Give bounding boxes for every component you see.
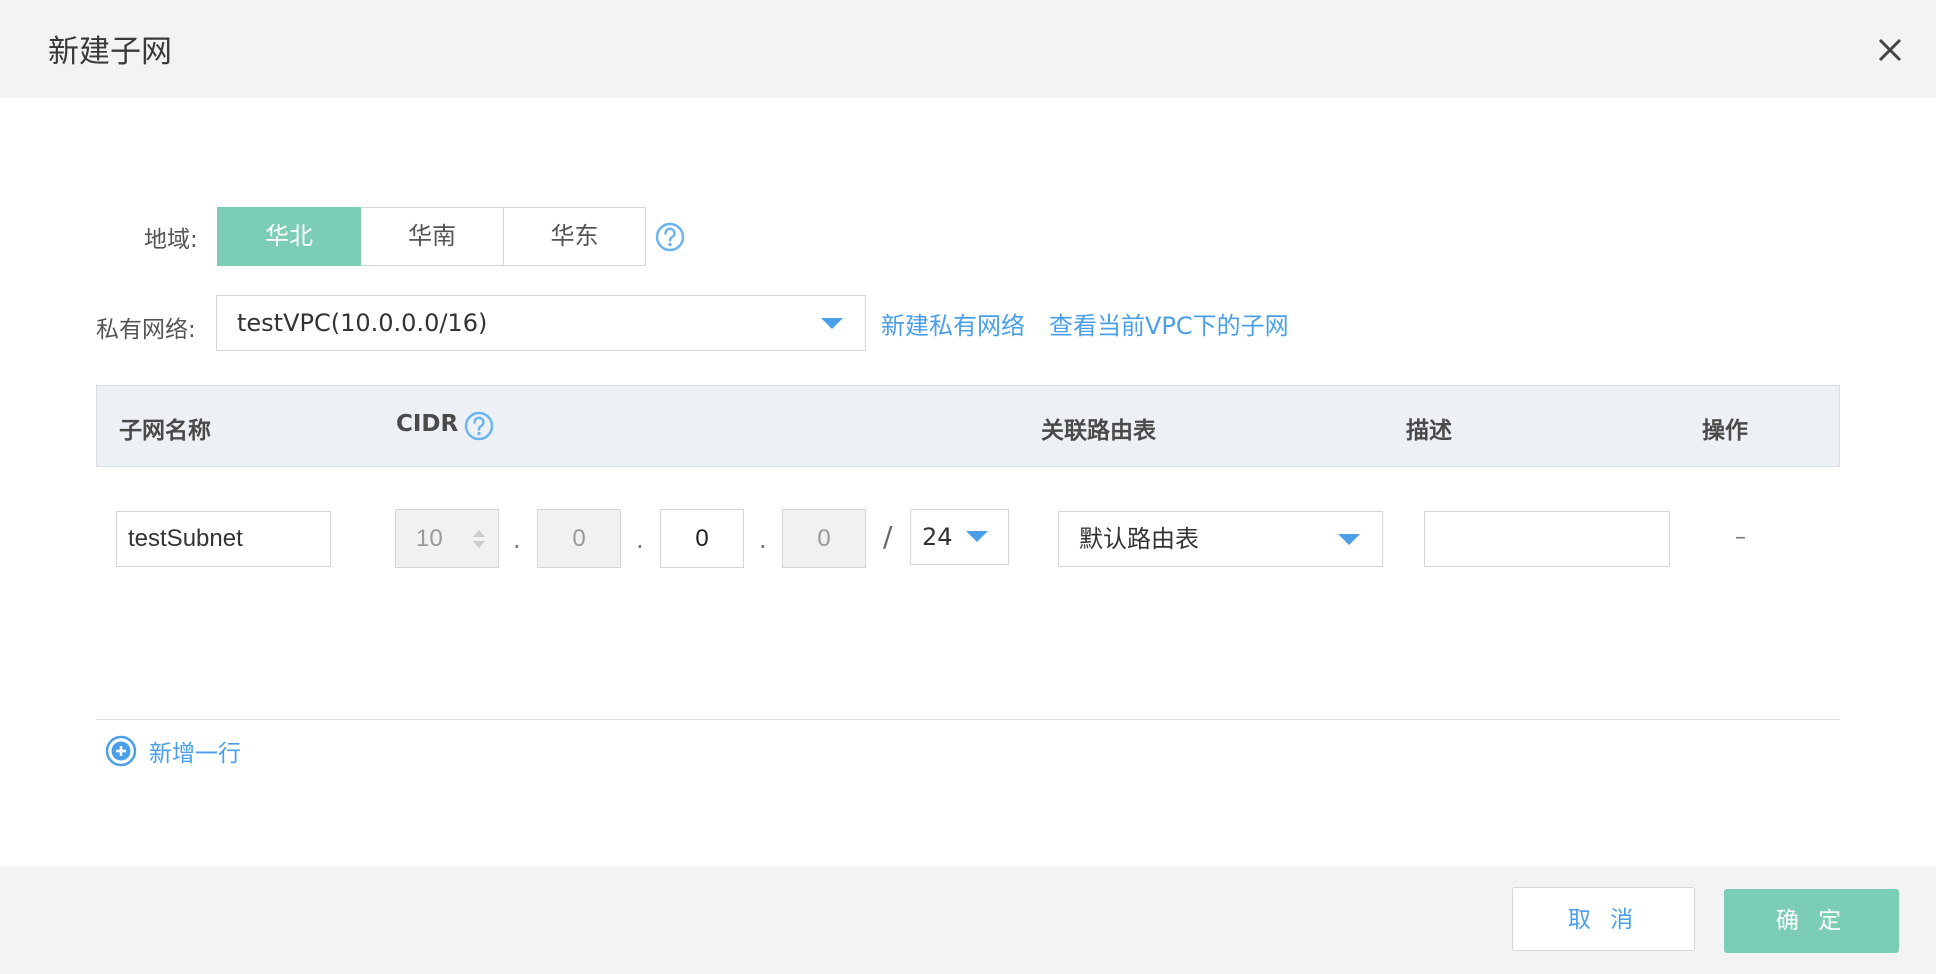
cidr-octet-3-input[interactable]: 0: [660, 509, 744, 568]
th-description: 描述: [1406, 418, 1452, 444]
region-option-east[interactable]: 华东: [503, 207, 646, 266]
cidr-separator: .: [513, 526, 521, 554]
th-cidr: CIDR: [396, 411, 459, 437]
region-help-icon[interactable]: [654, 221, 686, 257]
vpc-label: 私有网络:: [96, 317, 196, 343]
row-action-placeholder: –: [1735, 525, 1746, 550]
description-input[interactable]: [1424, 511, 1670, 567]
cidr-help-icon[interactable]: [463, 410, 495, 446]
region-option-north[interactable]: 华北: [217, 207, 361, 266]
add-row-button[interactable]: 新增一行: [104, 734, 241, 768]
cidr-mask-value: 24: [922, 523, 953, 551]
create-vpc-link[interactable]: 新建私有网络: [881, 306, 1025, 341]
vpc-select-value: testVPC(10.0.0.0/16): [237, 309, 488, 337]
subnet-name-input[interactable]: [116, 511, 331, 567]
cidr-separator: .: [636, 526, 644, 554]
table-divider: [96, 719, 1840, 720]
cidr-slash: /: [883, 520, 893, 553]
th-route-table: 关联路由表: [1041, 418, 1156, 444]
chevron-down-icon: [966, 531, 988, 542]
chevron-down-icon: [1338, 534, 1360, 545]
dialog-title: 新建子网: [48, 34, 172, 70]
region-selector: 华北 华南 华东: [217, 207, 646, 266]
chevron-down-icon: [821, 318, 843, 329]
spinner-arrows-icon: [473, 530, 485, 548]
cidr-separator: .: [759, 526, 767, 554]
add-row-label: 新增一行: [149, 741, 241, 767]
cidr-octet-2-input[interactable]: 0: [537, 509, 621, 568]
cidr-octet-1-value: 10: [416, 525, 443, 552]
confirm-button[interactable]: 确 定: [1724, 889, 1899, 953]
th-actions: 操作: [1702, 418, 1748, 444]
subnet-table-header: 子网名称 CIDR 关联路由表 描述 操作: [96, 385, 1840, 467]
cidr-mask-select[interactable]: 24: [910, 509, 1009, 565]
route-table-value: 默认路由表: [1079, 525, 1199, 553]
vpc-select[interactable]: testVPC(10.0.0.0/16): [216, 295, 866, 351]
dialog-header: 新建子网: [0, 0, 1936, 98]
close-button[interactable]: [1870, 30, 1910, 70]
cidr-octet-1-stepper[interactable]: 10: [395, 509, 499, 568]
th-subnet-name: 子网名称: [119, 418, 211, 444]
cancel-button[interactable]: 取 消: [1512, 887, 1695, 951]
route-table-select[interactable]: 默认路由表: [1058, 511, 1383, 567]
close-icon: [1878, 38, 1902, 62]
create-subnet-dialog: 新建子网 地域: 华北 华南 华东 私有网络: testVPC(10.0.0.0…: [0, 0, 1936, 974]
region-label: 地域:: [144, 227, 198, 253]
plus-circle-icon: [105, 735, 137, 767]
cidr-octet-4-input[interactable]: 0: [782, 509, 866, 568]
region-option-south[interactable]: 华南: [360, 207, 504, 266]
view-vpc-subnets-link[interactable]: 查看当前VPC下的子网: [1049, 306, 1289, 341]
